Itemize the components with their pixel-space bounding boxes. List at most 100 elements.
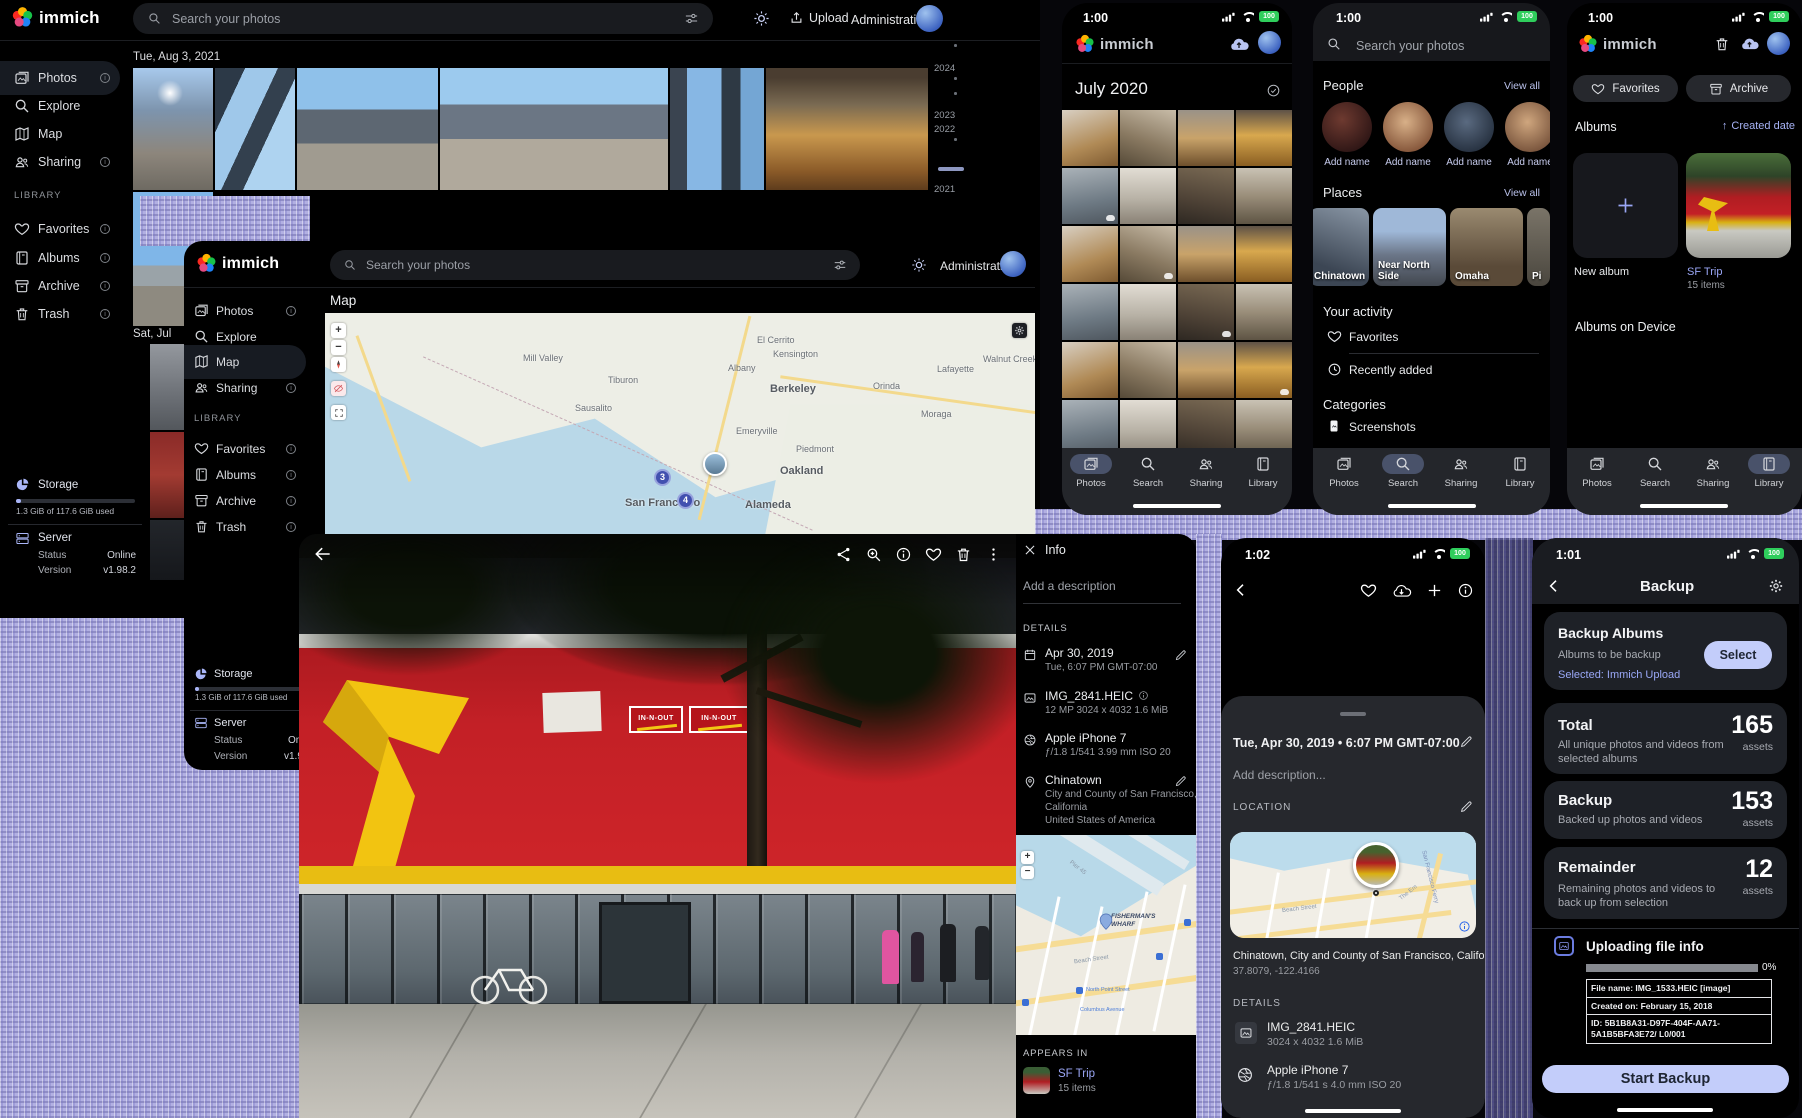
info-circle-icon[interactable]: i (286, 496, 296, 506)
place-card[interactable]: Pi (1527, 208, 1550, 286)
user-avatar[interactable] (916, 5, 943, 32)
sidebar-item-favorites[interactable]: Favorites i (0, 216, 150, 242)
sidebar-item-sharing[interactable]: Sharing i (0, 149, 150, 175)
photo-thumbnail[interactable] (1120, 110, 1176, 166)
nav-item-photos[interactable]: Photos (1069, 478, 1113, 489)
sort-created-date[interactable]: ↑ Created date (1722, 120, 1795, 132)
map-compass-button[interactable] (331, 357, 346, 372)
albums-book-icon[interactable] (1761, 456, 1777, 472)
photo-thumbnail[interactable] (1062, 226, 1118, 282)
nav-item-search[interactable]: Search (1633, 478, 1677, 489)
sidebar-item-explore[interactable]: Explore (184, 324, 314, 350)
edit-pencil-icon[interactable] (1174, 775, 1187, 788)
search-icon[interactable] (1140, 456, 1156, 472)
place-card[interactable]: Omaha (1450, 208, 1523, 286)
archive-chip[interactable]: Archive (1686, 75, 1791, 102)
photo-thumbnail[interactable] (1120, 342, 1176, 398)
map-settings-button[interactable] (1012, 323, 1027, 338)
photo-thumbnail[interactable] (297, 68, 438, 190)
nav-item-sharing[interactable]: Sharing (1439, 478, 1483, 489)
favorite-heart-icon[interactable] (1360, 582, 1377, 599)
sharing-people-icon[interactable] (1453, 456, 1469, 472)
favorites-chip[interactable]: Favorites (1573, 75, 1678, 102)
cloud-sync-icon[interactable] (1228, 36, 1250, 53)
start-backup-button[interactable]: Start Backup (1542, 1065, 1789, 1093)
back-chevron-icon[interactable] (1233, 582, 1249, 598)
edit-pencil-icon[interactable] (1174, 649, 1187, 662)
info-circle-icon[interactable]: i (286, 470, 296, 480)
share-icon[interactable] (835, 546, 852, 563)
photo-thumbnail[interactable] (1062, 168, 1118, 224)
close-icon[interactable] (1023, 543, 1037, 557)
album-thumbnail[interactable] (1023, 1067, 1050, 1094)
info-circle-icon[interactable]: i (100, 224, 110, 234)
filter-sliders-icon[interactable] (833, 258, 847, 272)
map-hide-markers-button[interactable] (331, 381, 346, 396)
photo-thumbnail[interactable] (1236, 110, 1292, 166)
search-icon[interactable] (1395, 456, 1411, 472)
photo-thumbnail[interactable] (1178, 168, 1234, 224)
info-circle-icon[interactable]: i (286, 522, 296, 532)
zoom-icon[interactable] (865, 546, 882, 563)
photo-thumbnail[interactable] (1120, 226, 1176, 282)
trash-icon[interactable] (1714, 36, 1730, 52)
info-circle-icon[interactable] (1138, 690, 1149, 701)
add-name-link[interactable]: Add name (1500, 157, 1550, 168)
mini-map-zoom-in[interactable]: + (1021, 851, 1034, 864)
sidebar-item-archive[interactable]: Archive i (0, 273, 150, 299)
info-circle-icon[interactable]: i (286, 444, 296, 454)
map-fullscreen-button[interactable] (331, 405, 346, 420)
sharing-people-icon[interactable] (1705, 456, 1721, 472)
drag-handle[interactable] (1340, 712, 1366, 716)
user-avatar[interactable] (1767, 32, 1790, 55)
places-view-all[interactable]: View all (1504, 187, 1540, 199)
nav-item-library[interactable]: Library (1747, 478, 1791, 489)
cloud-download-icon[interactable] (1391, 583, 1412, 599)
back-chevron-icon[interactable] (1546, 578, 1562, 594)
nav-item-sharing[interactable]: Sharing (1184, 478, 1228, 489)
sidebar-item-map[interactable]: Map (184, 349, 314, 375)
sidebar-item-photos[interactable]: Photos i (184, 298, 314, 324)
person-avatar[interactable] (1322, 102, 1372, 152)
info-icon[interactable] (1457, 582, 1474, 599)
albums-book-icon[interactable] (1255, 456, 1271, 472)
sidebar-item-explore[interactable]: Explore (0, 93, 150, 119)
edit-pencil-icon[interactable] (1459, 800, 1473, 814)
photo-thumbnail[interactable] (670, 68, 764, 190)
delete-trash-icon[interactable] (955, 546, 972, 563)
activity-favorites[interactable]: Favorites (1349, 330, 1398, 344)
search-icon[interactable] (1647, 456, 1663, 472)
home-indicator[interactable] (1640, 504, 1728, 508)
album-name[interactable]: SF Trip (1687, 266, 1722, 278)
info-mini-map[interactable]: FISHERMAN'S WHARF Beach Street Pier 45 N… (1016, 835, 1196, 1035)
gear-icon[interactable] (1768, 578, 1784, 594)
select-button[interactable]: Select (1704, 641, 1772, 669)
info-circle-icon[interactable]: i (100, 157, 110, 167)
place-card[interactable]: Near North Side (1373, 208, 1446, 286)
map-zoom-in-button[interactable]: + (331, 323, 346, 338)
nav-item-photos[interactable]: Photos (1575, 478, 1619, 489)
photo-thumbnail[interactable] (1062, 284, 1118, 340)
theme-toggle-sun-icon[interactable] (753, 10, 770, 27)
album-tile-sf-trip[interactable] (1686, 153, 1791, 258)
photo-thumbnail[interactable] (1178, 342, 1234, 398)
sharing-people-icon[interactable] (1198, 456, 1214, 472)
category-screenshots[interactable]: Screenshots (1349, 420, 1416, 434)
sidebar-item-trash[interactable]: Trash i (0, 301, 150, 327)
photo-thumbnail[interactable] (1178, 284, 1234, 340)
back-icon[interactable] (313, 544, 333, 564)
photo-thumbnail[interactable] (133, 68, 213, 190)
select-all-check-icon[interactable] (1266, 83, 1281, 98)
home-indicator[interactable] (1133, 504, 1221, 508)
photo-thumbnail[interactable] (215, 68, 295, 190)
sidebar-item-map[interactable]: Map (0, 121, 150, 147)
info-circle-icon[interactable]: i (100, 73, 110, 83)
sidebar-item-archive[interactable]: Archive i (184, 488, 314, 514)
person-avatar[interactable] (1444, 102, 1494, 152)
immich-logo[interactable]: immich (10, 5, 100, 30)
sidebar-item-favorites[interactable]: Favorites i (184, 436, 314, 462)
photo-map-marker[interactable] (1353, 842, 1399, 888)
home-indicator[interactable] (1617, 1108, 1713, 1112)
photo-thumbnail[interactable] (1178, 110, 1234, 166)
map-zoom-out-button[interactable]: − (331, 340, 346, 355)
